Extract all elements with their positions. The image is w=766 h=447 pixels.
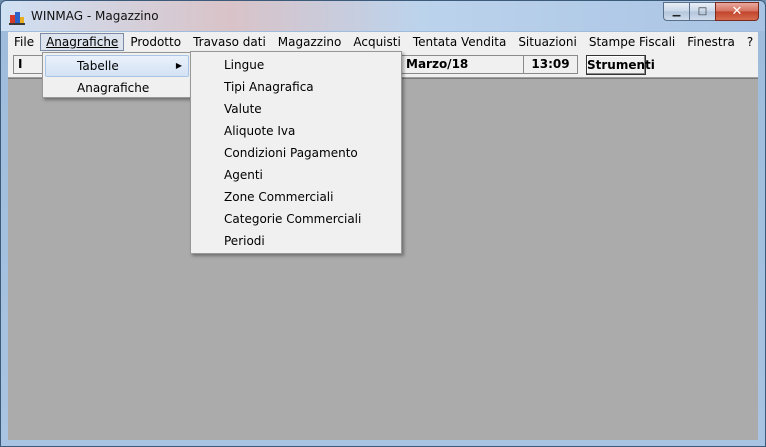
menu-finestra[interactable]: Finestra [681, 33, 741, 51]
submenu-item-condizioni-pagamento[interactable]: Condizioni Pagamento [191, 142, 401, 164]
minimize-icon: ▁ [672, 6, 681, 17]
submenu-item-lingue[interactable]: Lingue [191, 54, 401, 76]
menu-prodotto[interactable]: Prodotto [124, 33, 187, 51]
submenu-item-periodi[interactable]: Periodi [191, 230, 401, 252]
submenu-item-aliquote-iva[interactable]: Aliquote Iva [191, 120, 401, 142]
maximize-button[interactable]: □ [689, 2, 715, 21]
app-icon[interactable] [9, 9, 25, 25]
menu-bar: File Anagrafiche Prodotto Travaso dati M… [8, 32, 758, 52]
menu-magazzino[interactable]: Magazzino [272, 33, 348, 51]
close-icon: ✕ [731, 4, 743, 19]
title-bar[interactable]: WINMAG - Magazzino ▁ □ ✕ [1, 1, 765, 31]
minimize-button[interactable]: ▁ [663, 2, 689, 21]
menu-help[interactable]: ? [741, 33, 759, 51]
anagrafiche-dropdown: Tabelle ▶ Anagrafiche [42, 52, 192, 98]
submenu-arrow-icon: ▶ [175, 61, 182, 70]
submenu-item-tipi-anagrafica[interactable]: Tipi Anagrafica [191, 76, 401, 98]
menu-file[interactable]: File [8, 33, 40, 51]
menu-tentata-vendita[interactable]: Tentata Vendita [407, 33, 513, 51]
menu-acquisti[interactable]: Acquisti [347, 33, 406, 51]
submenu-item-valute[interactable]: Valute [191, 98, 401, 120]
submenu-item-categorie-commerciali[interactable]: Categorie Commerciali [191, 208, 401, 230]
caption-buttons: ▁ □ ✕ [663, 2, 759, 21]
dropdown-item-tabelle[interactable]: Tabelle ▶ [45, 55, 189, 77]
dropdown-item-label: Anagrafiche [77, 81, 150, 95]
menu-situazioni[interactable]: Situazioni [512, 33, 583, 51]
period-field: Marzo/18 [401, 55, 526, 74]
tabelle-submenu: Lingue Tipi Anagrafica Valute Aliquote I… [190, 51, 402, 254]
submenu-item-agenti[interactable]: Agenti [191, 164, 401, 186]
maximize-icon: □ [697, 6, 708, 17]
menu-travaso-dati[interactable]: Travaso dati [187, 33, 272, 51]
dropdown-item-anagrafiche[interactable]: Anagrafiche [45, 77, 189, 99]
menu-anagrafiche[interactable]: Anagrafiche [40, 33, 125, 51]
submenu-item-zone-commerciali[interactable]: Zone Commerciali [191, 186, 401, 208]
dropdown-item-label: Tabelle [77, 59, 119, 73]
window-title: WINMAG - Magazzino [31, 9, 159, 23]
time-field: 13:09 [523, 55, 578, 74]
menu-stampe-fiscali[interactable]: Stampe Fiscali [583, 33, 681, 51]
close-button[interactable]: ✕ [715, 2, 759, 21]
strumenti-button[interactable]: Strumenti [586, 55, 655, 75]
